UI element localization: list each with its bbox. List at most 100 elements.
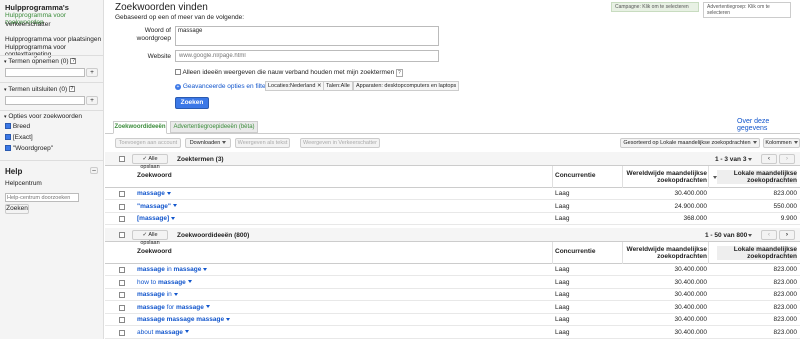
select-all-checkbox-1[interactable]: [119, 156, 125, 162]
chevron-down-icon[interactable]: [184, 330, 189, 334]
help-search-input[interactable]: [5, 193, 79, 202]
checkbox-broad[interactable]: [5, 123, 11, 130]
search-button[interactable]: Zoeken: [175, 97, 209, 109]
view-as-text-button[interactable]: Weergeven als tekst: [235, 138, 290, 148]
keyword-match: massage: [137, 291, 165, 298]
row-checkbox[interactable]: [119, 191, 125, 197]
match-phrase-option[interactable]: "Woordgroep": [5, 145, 53, 152]
related-only-option[interactable]: Alleen ideeën weergeven die nauw verband…: [175, 69, 403, 77]
chevron-down-icon: [752, 141, 757, 145]
exclude-terms-input[interactable]: [5, 96, 85, 105]
row-checkbox[interactable]: [119, 216, 125, 222]
col-local-1[interactable]: Lokale maandelijkse zoekopdrachten: [717, 170, 797, 184]
save-all-button-2[interactable]: ✓ Alle opslaan: [132, 230, 168, 246]
row-checkbox[interactable]: [119, 267, 125, 273]
row-checkbox[interactable]: [119, 329, 125, 336]
prev-page-button-1[interactable]: ‹: [761, 154, 777, 164]
col-local-2[interactable]: Lokale maandelijkse zoekopdrachten: [717, 246, 797, 260]
select-all-checkbox-2[interactable]: [119, 232, 125, 238]
keyword-cell[interactable]: massage massage massage: [137, 314, 231, 326]
col-competition-2[interactable]: Concurrentie: [555, 248, 595, 255]
global-searches-cell: 30.400.000: [674, 316, 707, 323]
columns-dropdown[interactable]: Kolommen: [763, 138, 800, 148]
col-keyword-1[interactable]: Zoekwoord: [137, 172, 172, 179]
chevron-down-icon[interactable]: [173, 292, 178, 296]
col-competition-1[interactable]: Concurrentie: [555, 172, 595, 179]
exclude-terms-header[interactable]: ▾ Termen uitsluiten (0) ?: [4, 86, 75, 93]
keyword-match: massage: [137, 303, 165, 311]
minimize-icon[interactable]: –: [90, 167, 98, 174]
chevron-down-icon[interactable]: [187, 280, 192, 284]
keyword-text: for: [164, 303, 177, 311]
row-checkbox[interactable]: [119, 203, 125, 210]
chip-devices[interactable]: Apparaten: desktopcomputers en laptops: [353, 81, 460, 91]
advanced-options-toggle[interactable]: + Geavanceerde opties en filters: [175, 83, 271, 90]
keyword-cell[interactable]: massage in: [137, 289, 178, 301]
chip-locations[interactable]: Locaties:Nederland ✕: [265, 81, 325, 91]
website-input[interactable]: [175, 50, 439, 62]
save-all-button-1[interactable]: ✓ Alle opslaan: [132, 154, 168, 170]
chevron-down-icon[interactable]: [203, 267, 208, 271]
keyword-cell[interactable]: massage: [137, 188, 171, 200]
tab-adgroup-ideas[interactable]: Advertentiegroepideeën (bèta): [170, 121, 258, 133]
match-exact-label: [Exact]: [12, 134, 33, 141]
keyword-cell[interactable]: massage for massage: [137, 302, 210, 314]
row-checkbox[interactable]: [119, 317, 125, 323]
col-global-1[interactable]: Wereldwijde maandelijkse zoekopdrachten: [625, 170, 707, 184]
help-icon[interactable]: ?: [70, 58, 77, 65]
adgroup-selector[interactable]: Advertentiegroep: Klik om te selecteren: [703, 2, 791, 18]
prev-page-button-2[interactable]: ‹: [761, 230, 777, 240]
row-checkbox[interactable]: [119, 279, 125, 286]
chevron-down-icon[interactable]: [205, 305, 210, 309]
keyword-cell[interactable]: how to massage: [137, 277, 192, 289]
help-icon[interactable]: ?: [68, 86, 75, 93]
chevron-down-icon[interactable]: [226, 317, 231, 321]
sort-dropdown[interactable]: Gesorteerd op Lokale maandelijkse zoekop…: [620, 138, 760, 148]
word-input[interactable]: massage: [175, 26, 439, 46]
row-checkbox[interactable]: [119, 292, 125, 298]
campaign-selector[interactable]: Campagne: Klik om te selecteren: [611, 2, 699, 12]
local-searches-cell: 823.000: [773, 278, 798, 286]
tab-keyword-ideas[interactable]: Zoekwoordideeën: [113, 121, 167, 134]
row-checkbox[interactable]: [119, 304, 125, 311]
include-add-button[interactable]: +: [86, 68, 98, 77]
help-icon[interactable]: ?: [396, 69, 403, 77]
view-in-estimator-button[interactable]: Weergeven in Verkeerschatter: [300, 138, 380, 148]
match-options-header[interactable]: ▾ Opties voor zoekwoorden: [4, 113, 82, 120]
chevron-down-icon[interactable]: [171, 216, 176, 220]
add-to-account-button[interactable]: Toevoegen aan account: [115, 138, 181, 148]
keyword-cell[interactable]: about massage: [137, 327, 189, 339]
sidebar-item-traffic-estimator[interactable]: Verkeerschatter: [5, 21, 51, 28]
keyword-cell[interactable]: "massage": [137, 201, 177, 213]
checkbox-phrase[interactable]: [5, 145, 11, 152]
include-terms-input[interactable]: [5, 68, 85, 77]
next-page-button-2[interactable]: ›: [779, 230, 795, 240]
table-row: massage in Laag 30.400.000 823.000: [105, 289, 800, 301]
chevron-down-icon: [793, 141, 798, 145]
close-icon[interactable]: ✕: [317, 83, 322, 89]
keyword-cell[interactable]: [massage]: [137, 213, 176, 225]
sidebar-item-placement-tool[interactable]: Hulpprogramma voor plaatsingen: [5, 36, 101, 43]
help-center-link[interactable]: Helpcentrum: [5, 180, 42, 187]
match-broad-option[interactable]: Breed: [5, 123, 30, 130]
chevron-down-icon[interactable]: [173, 204, 177, 208]
exclude-add-button[interactable]: +: [86, 96, 98, 105]
chevron-down-icon[interactable]: [748, 234, 752, 237]
next-page-button-1[interactable]: ›: [779, 154, 795, 164]
col-keyword-2[interactable]: Zoekwoord: [137, 248, 172, 255]
download-button[interactable]: Downloaden: [185, 138, 231, 148]
about-data-link[interactable]: Over deze gegevens: [737, 118, 800, 132]
keyword-cell[interactable]: massage in massage: [137, 264, 208, 276]
chip-languages[interactable]: Talen:Alle: [323, 81, 353, 91]
competition-cell: Laag: [555, 266, 570, 273]
include-terms-header[interactable]: ▾ Termen opnemen (0) ?: [4, 58, 77, 65]
chevron-down-icon[interactable]: [748, 158, 752, 161]
checkbox-exact[interactable]: [5, 134, 11, 141]
global-searches-cell: 30.400.000: [674, 291, 707, 298]
related-only-checkbox[interactable]: [175, 69, 181, 76]
help-search-button[interactable]: Zoeken: [5, 204, 29, 214]
match-exact-option[interactable]: [Exact]: [5, 134, 33, 141]
competition-cell: Laag: [555, 291, 570, 298]
chevron-down-icon[interactable]: [166, 191, 171, 195]
col-global-2[interactable]: Wereldwijde maandelijkse zoekopdrachten: [625, 246, 707, 260]
